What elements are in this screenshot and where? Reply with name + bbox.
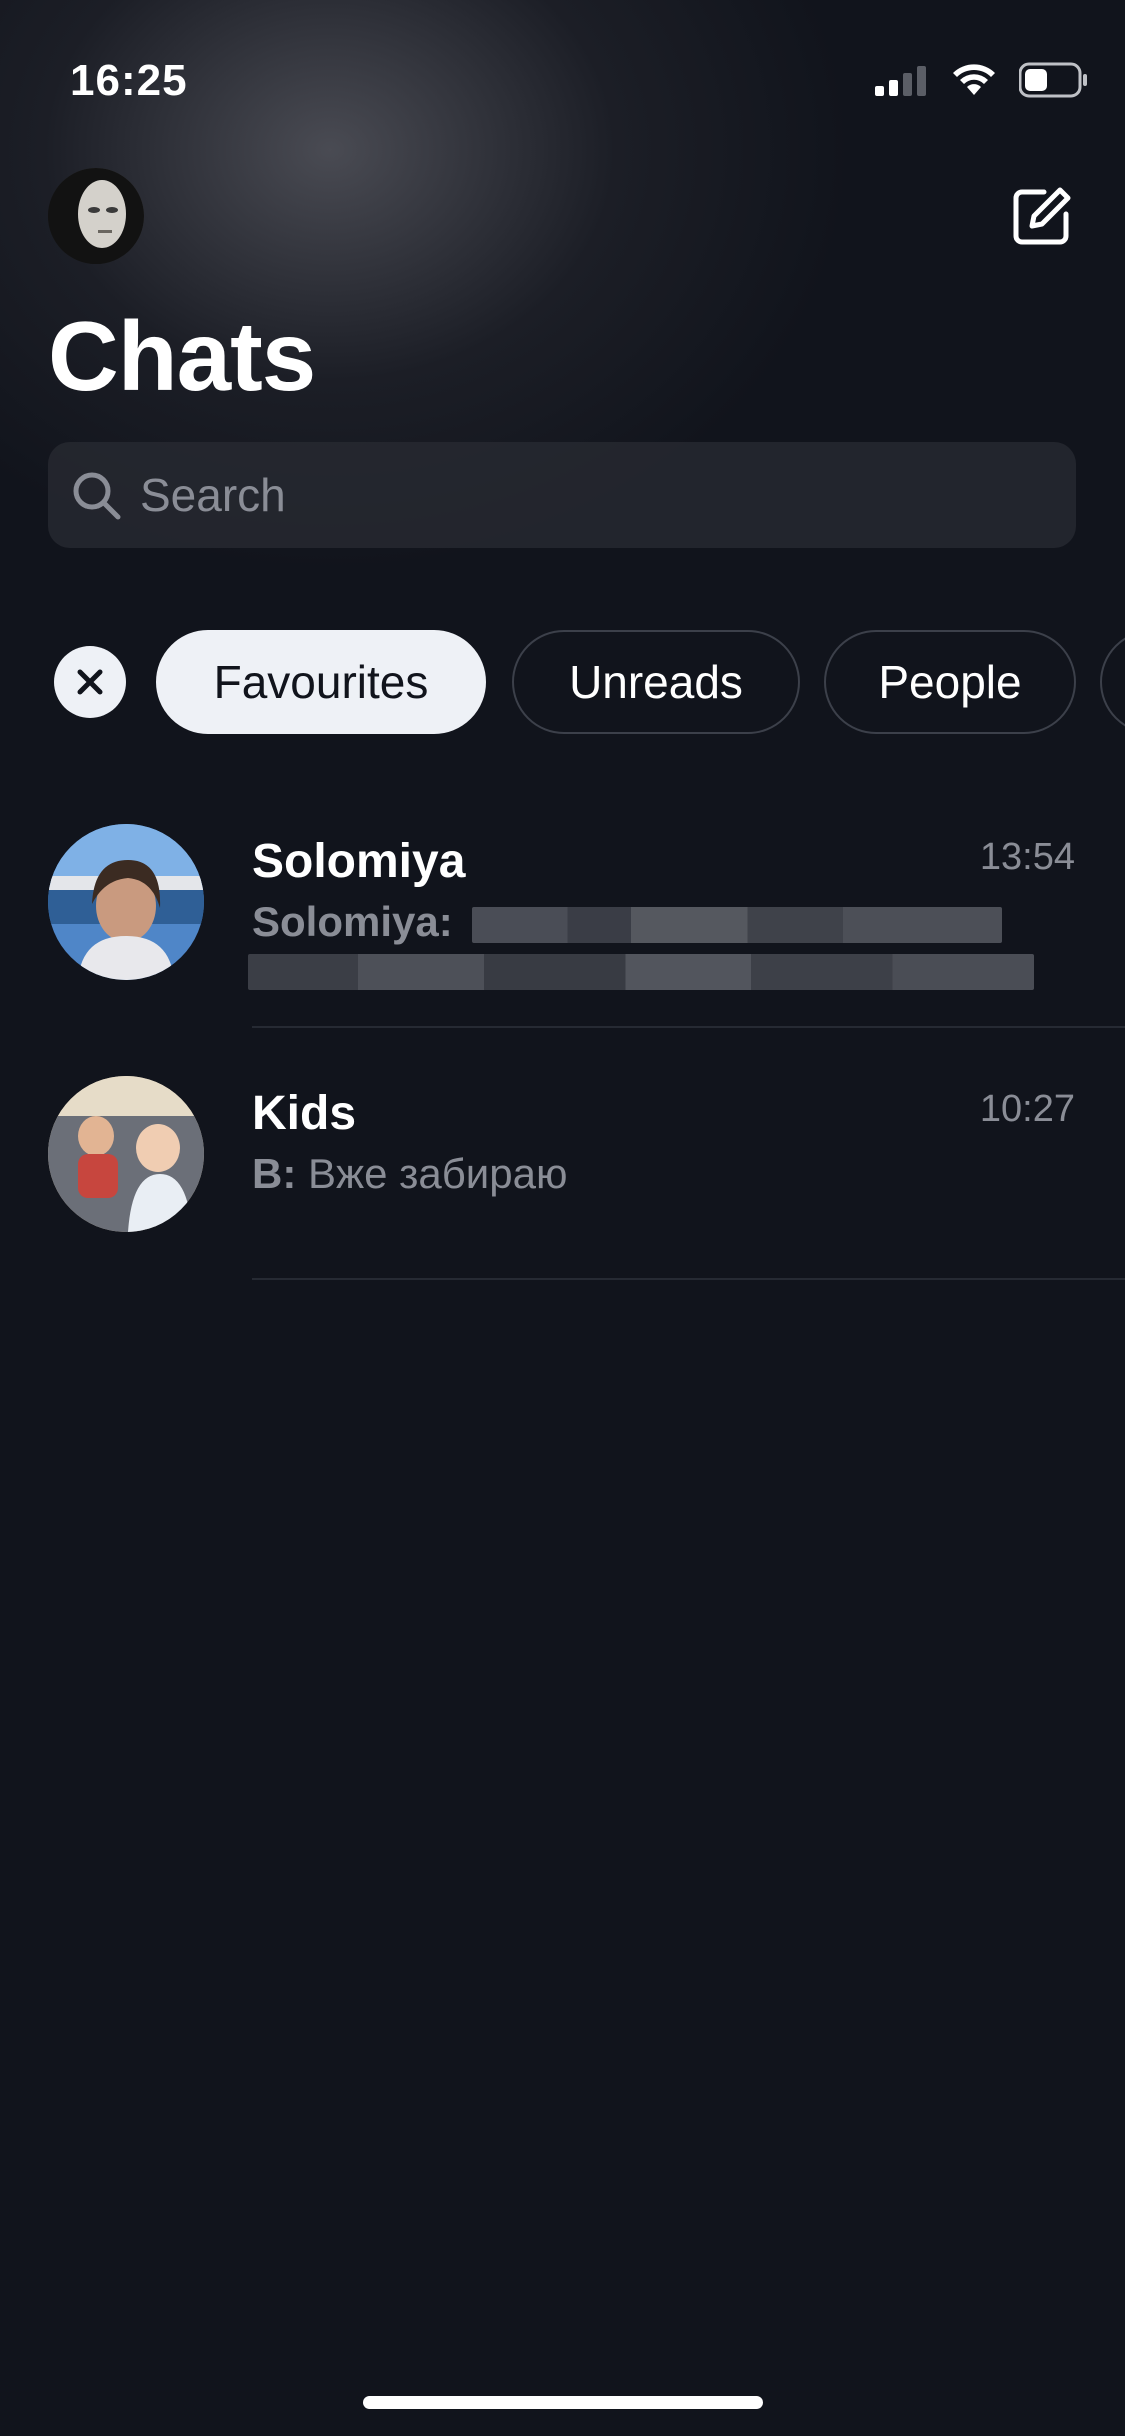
divider — [252, 1278, 1125, 1280]
compose-button[interactable] — [1010, 184, 1074, 248]
redacted-text — [248, 954, 1034, 990]
search-input[interactable] — [138, 467, 1002, 523]
compose-icon — [1013, 187, 1071, 245]
search-icon — [73, 472, 121, 520]
wifi-icon — [953, 64, 995, 95]
clear-filter-button[interactable] — [54, 646, 126, 718]
search-bar[interactable] — [48, 442, 1076, 548]
chat-preview-message: Вже забираю — [308, 1150, 568, 1197]
chat-name: Kids — [252, 1087, 357, 1140]
chat-avatar-photo — [48, 1076, 204, 1232]
filter-chip-favourites[interactable]: Favourites — [156, 630, 486, 734]
chat-avatar — [48, 824, 204, 980]
chat-row[interactable]: Kids 10:27 В: Вже забираю — [0, 1076, 1125, 1326]
chat-time: 10:27 — [979, 1088, 1075, 1130]
profile-photo — [48, 168, 144, 264]
chat-name: Solomiya — [252, 835, 466, 888]
home-indicator — [363, 2396, 763, 2409]
chat-preview: Solomiya: — [252, 898, 1003, 946]
chat-preview-sender: Solomiya: — [252, 898, 453, 945]
chat-preview: В: Вже забираю — [252, 1150, 568, 1198]
filter-chip-people[interactable]: People — [824, 630, 1076, 734]
status-time: 16:25 — [70, 56, 188, 105]
chat-preview-sender: В: — [252, 1150, 297, 1197]
chat-avatar — [48, 1076, 204, 1232]
chat-time: 13:54 — [979, 836, 1075, 878]
filter-chip-more[interactable] — [1100, 630, 1125, 734]
battery-icon — [1019, 62, 1087, 98]
status-icons — [875, 62, 1089, 98]
close-icon — [77, 669, 103, 695]
chat-avatar-photo — [48, 824, 204, 980]
chat-row[interactable]: Solomiya 13:54 Solomiya: — [0, 824, 1125, 1074]
filter-chip-unreads[interactable]: Unreads — [512, 630, 800, 734]
profile-avatar[interactable] — [48, 168, 144, 264]
status-bar: 16:25 — [0, 0, 1125, 150]
divider — [252, 1026, 1125, 1028]
filter-chips: Favourites Unreads People — [0, 630, 1125, 740]
cellular-signal-icon — [875, 66, 926, 96]
page-title: Chats — [48, 301, 316, 411]
redacted-text — [472, 906, 1003, 943]
